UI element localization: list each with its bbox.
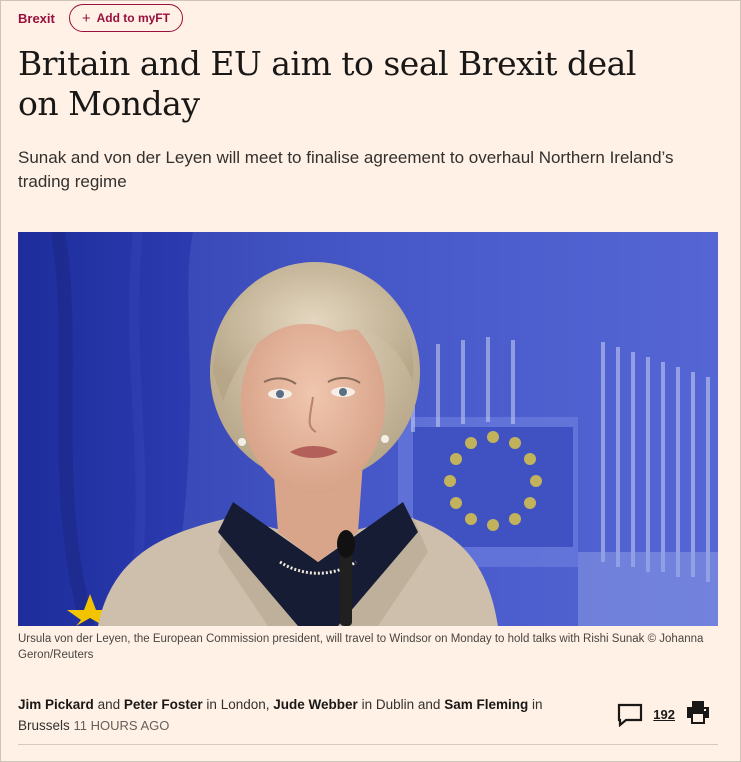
byline-connector: and xyxy=(417,697,441,712)
byline-location-prefix: in xyxy=(532,697,543,712)
author-link[interactable]: Jude Webber xyxy=(273,697,358,712)
comment-count[interactable]: 192 xyxy=(653,707,675,722)
topic-row: Brexit + Add to myFT xyxy=(18,4,183,32)
comments-button[interactable]: 192 xyxy=(617,703,675,727)
add-to-myft-label: Add to myFT xyxy=(96,11,170,25)
article-headline: Britain and EU aim to seal Brexit deal o… xyxy=(18,44,636,123)
author-link[interactable]: Sam Fleming xyxy=(444,697,528,712)
divider xyxy=(18,744,718,745)
hero-image xyxy=(18,232,718,626)
byline-location: London xyxy=(220,697,266,712)
byline-location: Dublin xyxy=(375,697,415,712)
byline-comma: , xyxy=(265,697,270,712)
plus-icon: + xyxy=(81,9,91,27)
hero-photo xyxy=(18,232,718,626)
topic-link[interactable]: Brexit xyxy=(18,11,55,26)
speech-bubble-icon xyxy=(618,703,643,727)
byline: Jim Pickard and Peter Foster in London, … xyxy=(18,694,578,736)
byline-location-prefix: in xyxy=(206,697,217,712)
article-standfirst: Sunak and von der Leyen will meet to fin… xyxy=(18,148,674,191)
byline-connector: and xyxy=(97,697,121,712)
article-tools: 192 xyxy=(617,700,711,729)
add-to-myft-button[interactable]: + Add to myFT xyxy=(68,4,183,32)
publish-timestamp: 11 hours ago xyxy=(73,718,170,733)
author-link[interactable]: Jim Pickard xyxy=(18,697,94,712)
byline-location: Brussels xyxy=(18,718,70,733)
printer-icon xyxy=(687,701,709,724)
print-button[interactable] xyxy=(685,700,711,729)
image-caption: Ursula von der Leyen, the European Commi… xyxy=(18,633,704,661)
byline-location-prefix: in xyxy=(361,697,373,712)
author-link[interactable]: Peter Foster xyxy=(124,697,203,712)
